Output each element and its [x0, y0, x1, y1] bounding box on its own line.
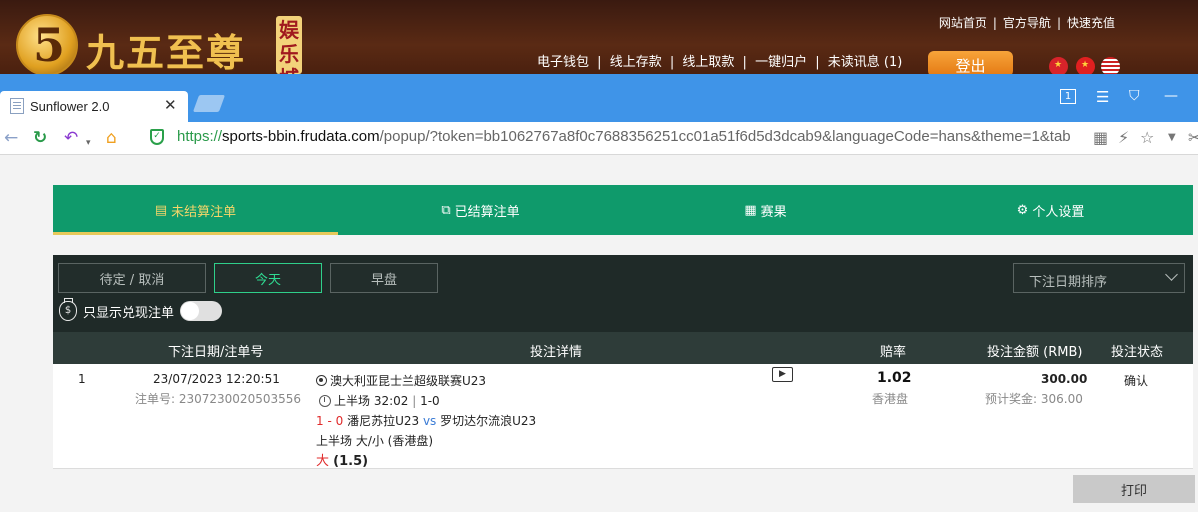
- logout-button[interactable]: 登出: [928, 51, 1013, 75]
- filter-today-button[interactable]: 今天: [214, 263, 322, 293]
- estimated-payout: 预计奖金: 306.00: [985, 392, 1083, 406]
- chevron-down-icon[interactable]: ▼: [1168, 132, 1176, 143]
- table-header: 下注日期/注单号 投注详情 赔率 投注金额 (RMB) 投注状态: [53, 332, 1193, 364]
- filter-early-button[interactable]: 早盘: [330, 263, 438, 293]
- soccer-ball-icon: [316, 375, 327, 386]
- undo-icon[interactable]: ↶: [64, 128, 78, 148]
- header-odds: 赔率: [880, 345, 907, 360]
- settled-icon: ⧉: [441, 202, 451, 218]
- secure-shield-icon[interactable]: ✓: [150, 129, 164, 145]
- stake-amount: 300.00: [1041, 372, 1088, 386]
- chevron-down-icon: [1165, 268, 1178, 281]
- tab-results[interactable]: ▦ 赛果: [623, 185, 908, 235]
- tab-settings[interactable]: ⚙ 个人设置: [908, 185, 1193, 235]
- filter-pending-button[interactable]: 待定 / 取消: [58, 263, 206, 293]
- header-status: 投注状态: [1111, 345, 1164, 360]
- timer-icon: [319, 395, 331, 407]
- link-wallet[interactable]: 电子钱包: [537, 55, 589, 70]
- money-bag-icon: $: [59, 298, 77, 321]
- lightning-icon[interactable]: ⚡: [1118, 128, 1129, 147]
- qr-code-icon[interactable]: ▦: [1093, 128, 1108, 147]
- site-logo-icon: 5: [16, 14, 78, 75]
- scissors-icon[interactable]: ✂: [1188, 128, 1198, 147]
- back-icon[interactable]: ←: [4, 128, 18, 148]
- link-one-click[interactable]: 一键归户: [755, 55, 807, 70]
- url-field[interactable]: https://sports-bbin.frudata.com/popup/?t…: [177, 128, 1087, 145]
- link-official-nav[interactable]: 官方导航: [1003, 16, 1051, 30]
- tab-settled[interactable]: ⧉ 已结算注单: [338, 185, 623, 235]
- site-logo-tag: 娱乐城: [276, 16, 302, 75]
- flag-cn-icon[interactable]: [1076, 57, 1095, 75]
- header-detail: 投注详情: [530, 345, 583, 360]
- page-content: ▤ 未结算注单 ⧉ 已结算注单 ▦ 赛果 ⚙ 个人设置 待定 / 取消 今天 早…: [0, 156, 1198, 512]
- bet-status: 确认: [1124, 374, 1149, 388]
- selection: 大 (1.5): [316, 454, 369, 469]
- header-amount: 投注金额 (RMB): [987, 345, 1083, 360]
- cashout-label: 只显示兑现注单: [83, 305, 175, 321]
- cashout-toggle[interactable]: [180, 301, 223, 321]
- link-quick-deposit[interactable]: 快速充值: [1067, 16, 1115, 30]
- link-withdraw[interactable]: 线上取款: [682, 55, 734, 70]
- browser-tab[interactable]: Sunflower 2.0 ✕: [0, 91, 188, 122]
- site-logo-text: 九五至尊: [86, 30, 247, 75]
- browser-tabbar: Sunflower 2.0 ✕ 1 ☰ ⛉ —: [0, 74, 1198, 122]
- market-name: 上半场 大/小 (香港盘): [316, 434, 434, 448]
- odds-value: 1.02: [877, 370, 912, 386]
- league-name: 澳大利亚昆士兰超级联赛U23: [316, 372, 486, 389]
- match-period: 上半场 32:02 | 1-0: [319, 392, 440, 409]
- main-links: 电子钱包 | 线上存款 | 线上取款 | 一键归户 | 未读讯息 (1): [537, 55, 903, 70]
- cashout-filter: $ 只显示兑现注单: [59, 298, 223, 321]
- match-teams: 1 - 0 潘尼苏拉U23 vs 罗切达尔流浪U23: [316, 414, 537, 428]
- flag-hk-icon[interactable]: [1049, 57, 1068, 75]
- table-row: 1 23/07/2023 12:20:51 注单号: 2307230020503…: [53, 364, 1193, 469]
- tab-unsettled[interactable]: ▤ 未结算注单: [53, 185, 338, 235]
- filter-panel: 待定 / 取消 今天 早盘 下注日期排序 $ 只显示兑现注单 下注日期/注单号 …: [53, 255, 1193, 364]
- link-unread-messages[interactable]: 未读讯息 (1): [828, 55, 903, 70]
- home-icon[interactable]: ⌂: [106, 128, 117, 148]
- flag-us-icon[interactable]: [1101, 57, 1120, 75]
- row-index: 1: [78, 372, 86, 386]
- link-home[interactable]: 网站首页: [939, 16, 987, 30]
- skin-icon[interactable]: ⛉: [1129, 88, 1140, 104]
- main-tabs: ▤ 未结算注单 ⧉ 已结算注单 ▦ 赛果 ⚙ 个人设置: [53, 185, 1193, 235]
- reload-icon[interactable]: ↻: [33, 128, 47, 148]
- page-icon: [10, 98, 24, 114]
- sort-select[interactable]: 下注日期排序: [1013, 263, 1185, 293]
- tab-count-icon[interactable]: 1: [1060, 89, 1076, 104]
- tab-title: Sunflower 2.0: [30, 99, 110, 114]
- odds-type: 香港盘: [872, 392, 909, 406]
- link-deposit[interactable]: 线上存款: [610, 55, 662, 70]
- bet-datetime: 23/07/2023 12:20:51: [153, 372, 280, 386]
- address-bar: ← ↻ ↶ ▾ ⌂ ✓ https://sports-bbin.frudata.…: [0, 122, 1198, 155]
- bet-number: 注单号: 2307230020503556: [135, 392, 302, 406]
- close-tab-icon[interactable]: ✕: [164, 96, 177, 114]
- chevron-down-icon[interactable]: ▾: [86, 133, 91, 153]
- live-stream-icon[interactable]: ▶: [772, 367, 793, 382]
- print-button[interactable]: 打印: [1073, 475, 1195, 503]
- new-tab-button[interactable]: [192, 95, 226, 112]
- minimize-icon[interactable]: —: [1164, 88, 1178, 104]
- bookmark-star-icon[interactable]: ☆: [1140, 128, 1154, 147]
- header-date: 下注日期/注单号: [168, 345, 264, 360]
- gear-icon: ⚙: [1016, 202, 1029, 218]
- menu-icon[interactable]: ☰: [1096, 88, 1109, 106]
- site-banner: 5 九五至尊 娱乐城 网站首页|官方导航|快速充值 电子钱包 | 线上存款 | …: [0, 0, 1198, 75]
- results-icon: ▦: [744, 202, 757, 218]
- top-links: 网站首页 | 官方导航 | 快速充值: [938, 16, 1115, 30]
- receipt-icon: ▤: [154, 202, 168, 218]
